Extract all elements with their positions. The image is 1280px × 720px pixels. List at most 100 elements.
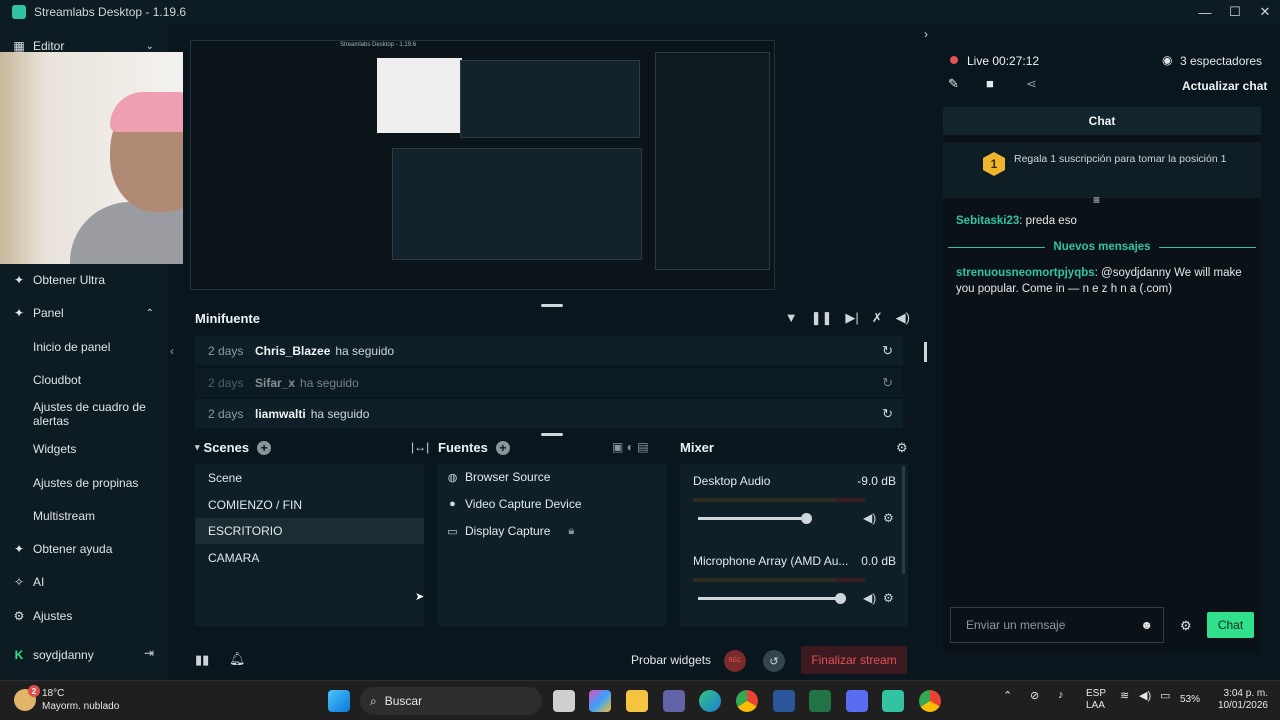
streamlabs-taskbar-icon[interactable] — [882, 690, 904, 712]
stats-icon[interactable]: ▮▮ — [195, 652, 209, 668]
volume-slider-knob[interactable] — [835, 593, 846, 604]
copilot-icon[interactable] — [589, 690, 611, 712]
language-indicator[interactable]: ESP LAA — [1086, 688, 1106, 712]
edge-icon[interactable] — [699, 690, 721, 712]
gear-icon[interactable]: ⚙ — [883, 591, 894, 605]
record-button[interactable]: REC — [724, 650, 746, 672]
sidebar-item-obtener-ultra[interactable]: ✦ Obtener Ultra — [12, 273, 105, 287]
source-item[interactable]: ▭ Display Capture 🔒︎ — [446, 524, 574, 538]
task-view-icon[interactable] — [553, 690, 575, 712]
volume-icon[interactable]: ◀) — [896, 310, 910, 326]
sidebar-item-ajustes-alertas[interactable]: Ajustes de cuadro de alertas — [33, 400, 158, 428]
clip-icon[interactable]: ■ — [986, 76, 994, 91]
end-stream-button[interactable]: Finalizar stream — [801, 646, 907, 674]
speaker-icon[interactable]: ◀) — [863, 591, 876, 605]
test-widgets-button[interactable]: Probar widgets — [631, 653, 711, 667]
chat-username[interactable]: strenuousneomortpjyqbs — [956, 267, 1095, 279]
volume-slider[interactable] — [698, 597, 840, 600]
chat-input[interactable]: Enviar un mensaje ☻ — [950, 607, 1164, 643]
chevron-up-icon[interactable]: ⌃ — [1003, 689, 1012, 702]
replay-icon[interactable]: ↻ — [882, 375, 893, 391]
chrome-profile-icon[interactable] — [919, 690, 941, 712]
source-label: Display Capture — [465, 524, 551, 538]
sidebar-item-cloudbot[interactable]: Cloudbot — [33, 373, 158, 387]
weather-widget[interactable]: 2 18°C Mayorm. nublado — [14, 685, 119, 713]
gear-icon[interactable]: ⚙ — [1180, 618, 1192, 634]
file-explorer-icon[interactable] — [626, 690, 648, 712]
sidebar-item-multistream[interactable]: Multistream — [33, 509, 158, 523]
mute-notifications-icon[interactable]: ✗ — [872, 310, 883, 326]
lock-icon[interactable]: 🔒︎ — [568, 525, 574, 538]
preview-resize-handle[interactable] — [541, 304, 563, 307]
weather-icon: 2 — [14, 685, 40, 711]
app-icon[interactable] — [846, 690, 868, 712]
excel-icon[interactable] — [809, 690, 831, 712]
gear-icon[interactable]: ⚙ — [896, 440, 908, 456]
bell-icon[interactable]: 🔔︎ — [229, 651, 246, 667]
sidebar-item-panel[interactable]: ✦ Panel — [12, 306, 64, 320]
battery-icon[interactable]: ▭ — [1160, 689, 1170, 702]
sidebar-item-obtener-ayuda[interactable]: ✦ Obtener ayuda — [12, 542, 112, 556]
volume-icon[interactable]: ◀) — [1139, 689, 1151, 702]
refresh-chat-button[interactable]: Actualizar chat — [1182, 79, 1267, 93]
scene-transition-icon[interactable]: |↔| — [411, 440, 429, 454]
scene-item[interactable]: Scene — [195, 465, 424, 491]
pause-icon[interactable]: ❚❚ — [811, 310, 833, 326]
minimize-button[interactable]: — — [1190, 0, 1220, 24]
share-icon[interactable]: ⋖ — [1026, 76, 1037, 92]
microphone-icon[interactable]: ♪ — [1058, 689, 1064, 701]
speaker-icon[interactable]: ◀) — [863, 511, 876, 525]
editor-icon: ▦ — [13, 39, 25, 53]
skip-icon[interactable]: ▶| — [845, 310, 858, 326]
chevron-up-icon[interactable]: ⌃ — [146, 308, 154, 319]
scene-item[interactable]: CAMARA — [195, 545, 424, 571]
collapse-left-icon[interactable]: ‹ — [170, 344, 174, 358]
source-item[interactable]: ◍ Browser Source — [446, 470, 551, 484]
chrome-icon[interactable] — [736, 690, 758, 712]
taskbar-search[interactable]: ⌕ Buscar — [360, 687, 542, 715]
send-chat-button[interactable]: Chat — [1207, 612, 1254, 638]
event-row: 2 days Sifar_x ha seguido ↻ — [195, 368, 903, 398]
replay-icon[interactable]: ↻ — [882, 343, 893, 359]
sidebar-item-user[interactable]: K soydjdanny — [12, 648, 94, 662]
close-button[interactable]: ✕ — [1250, 0, 1280, 24]
chevron-right-icon[interactable]: › — [924, 27, 928, 41]
volume-slider[interactable] — [698, 517, 806, 520]
volume-slider-knob[interactable] — [800, 513, 812, 524]
windows-start-icon[interactable] — [328, 690, 350, 712]
collapse-icon[interactable]: ≡ — [1093, 193, 1100, 207]
source-item[interactable]: ● Video Capture Device — [446, 497, 581, 511]
add-source-button[interactable]: + — [495, 440, 510, 455]
sidebar-item-editor[interactable]: ▦ Editor — [12, 39, 64, 53]
maximize-button[interactable]: ☐ — [1220, 0, 1250, 24]
add-scene-button[interactable]: + — [257, 440, 272, 455]
word-icon[interactable] — [773, 690, 795, 712]
chevron-down-icon[interactable]: ⌄ — [146, 41, 154, 52]
scene-item[interactable]: COMIENZO / FIN — [195, 492, 424, 518]
teams-icon[interactable] — [663, 690, 685, 712]
network-off-icon[interactable]: ⊘ — [1030, 689, 1039, 702]
chat-username[interactable]: Sebitaski23 — [956, 215, 1019, 227]
panels-resize-handle[interactable] — [541, 433, 563, 436]
sidebar-item-widgets[interactable]: Widgets — [33, 442, 158, 456]
logout-icon[interactable]: ⇥ — [144, 646, 154, 660]
mixer-scrollbar[interactable] — [902, 466, 905, 574]
sidebar-item-inicio-de-panel[interactable]: Inicio de panel — [33, 340, 158, 354]
replay-icon[interactable]: ↻ — [882, 406, 893, 422]
gift-sub-banner[interactable]: 1 Regala 1 suscripción para tomar la pos… — [943, 142, 1261, 198]
sidebar-item-ai[interactable]: ✧ AI — [12, 575, 44, 589]
chevron-down-icon[interactable]: ▾ — [195, 442, 200, 453]
filter-icon[interactable]: ▼ — [785, 310, 798, 326]
scrollbar-handle[interactable] — [924, 342, 927, 362]
replay-buffer-icon[interactable]: ↺ — [763, 650, 785, 672]
clock[interactable]: 3:04 p. m. 10/01/2026 — [1212, 688, 1268, 712]
scene-item-active[interactable]: ESCRITORIO — [195, 518, 424, 544]
gear-icon[interactable]: ⚙ — [883, 511, 894, 525]
sidebar-item-ajustes-propinas[interactable]: Ajustes de propinas — [33, 476, 158, 490]
emoji-icon[interactable]: ☻ — [1140, 618, 1153, 632]
source-tools-icon[interactable]: ▣ ◐ ▤ — [612, 440, 649, 454]
new-messages-divider: Nuevos mensajes — [948, 239, 1257, 255]
wifi-icon[interactable]: ≋ — [1120, 689, 1129, 702]
pencil-icon[interactable]: ✎ — [948, 76, 959, 92]
sidebar-item-ajustes[interactable]: ⚙ Ajustes — [12, 609, 73, 623]
